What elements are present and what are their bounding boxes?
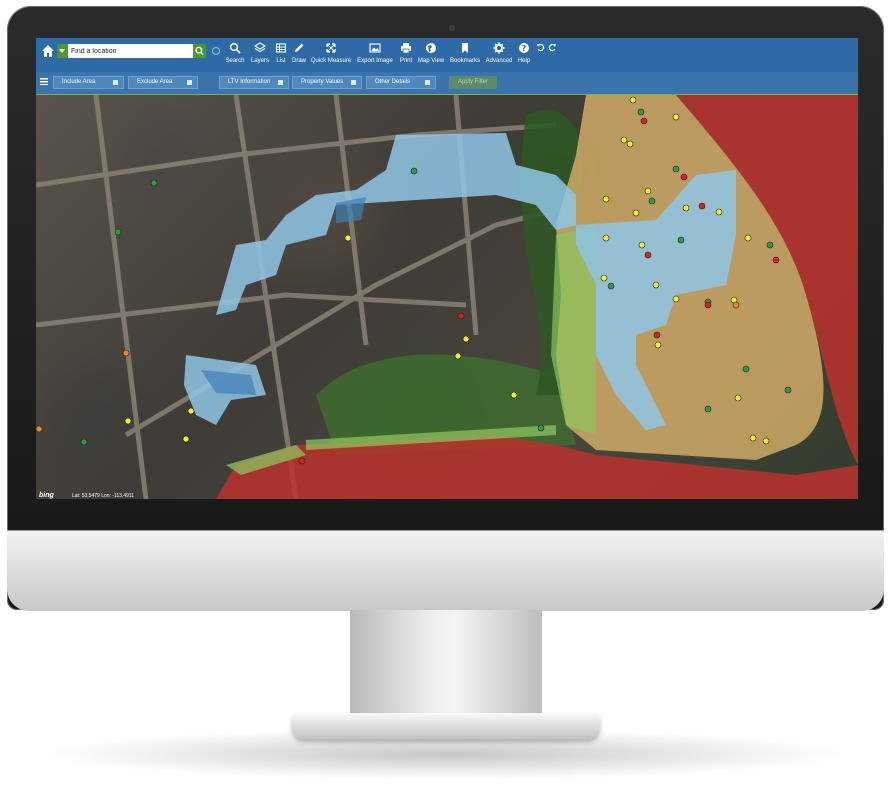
tool-quick-measure[interactable]: Quick Measure: [309, 42, 353, 68]
bing-logo: bing: [39, 492, 54, 499]
tool-export-image-label: Export Image: [357, 58, 393, 64]
redo-icon[interactable]: [548, 43, 557, 52]
main-toolbar: Search Layers List Draw Quick Measure Ex…: [36, 38, 858, 72]
tool-map-view-label: Map View: [417, 58, 445, 64]
filter-ltv-information[interactable]: LTV Information: [219, 76, 289, 89]
search-help-icon[interactable]: [212, 47, 220, 55]
tool-export-image[interactable]: Export Image: [355, 42, 395, 68]
webcam: [449, 25, 455, 31]
monitor-stand-base: [292, 713, 600, 739]
undo-icon[interactable]: [536, 43, 545, 52]
layers-icon: [254, 42, 266, 53]
tool-print-label: Print: [399, 58, 413, 64]
apply-filter-button[interactable]: Apply Filter: [449, 76, 497, 89]
tool-advanced-label: Advanced: [485, 58, 513, 64]
monitor-stand-neck: [350, 610, 542, 718]
tool-list-label: List: [276, 58, 286, 64]
image-icon: [369, 43, 381, 53]
bookmark-icon: [462, 43, 468, 53]
location-dropdown-button[interactable]: [57, 44, 68, 58]
tool-help-label: Help: [517, 58, 531, 64]
filter-other-details-label: Other Details: [375, 79, 411, 85]
filter-exclude-area-toggle[interactable]: [187, 80, 192, 85]
tool-list[interactable]: List: [273, 42, 289, 68]
filter-ltv-information-toggle[interactable]: [278, 80, 283, 85]
home-icon[interactable]: [41, 44, 55, 58]
filter-property-values-toggle[interactable]: [351, 80, 356, 85]
tool-layers-label: Layers: [250, 58, 269, 64]
tool-layers[interactable]: Layers: [249, 42, 271, 68]
search-go-icon: [195, 46, 204, 55]
monitor-chin: [7, 530, 884, 611]
map-view[interactable]: bing Lat: 53.5479 Lon: -113.4911: [36, 95, 858, 499]
print-icon: [401, 43, 411, 54]
filter-other-details-toggle[interactable]: [425, 80, 430, 85]
search-icon: [229, 42, 241, 54]
tool-advanced[interactable]: Advanced: [484, 42, 514, 68]
globe-icon: [426, 43, 436, 53]
tool-quick-measure-label: Quick Measure: [310, 58, 352, 64]
tool-draw-label: Draw: [291, 58, 306, 64]
tool-search-label: Search: [225, 58, 245, 64]
filter-exclude-area-label: Exclude Area: [137, 79, 173, 85]
filter-bar: Include Area Exclude Area LTV Informatio…: [36, 72, 858, 96]
location-search-button[interactable]: [193, 44, 206, 58]
hamburger-menu-icon[interactable]: [40, 78, 48, 85]
tool-bookmarks-label: Bookmarks: [449, 58, 480, 64]
tool-draw[interactable]: Draw: [290, 42, 308, 68]
location-search-input[interactable]: [68, 44, 193, 58]
measure-icon: [326, 43, 336, 53]
tool-map-view[interactable]: Map View: [416, 42, 446, 68]
filter-other-details[interactable]: Other Details: [366, 76, 436, 89]
list-icon: [275, 43, 287, 53]
tool-search[interactable]: Search: [223, 42, 247, 68]
filter-exclude-area[interactable]: Exclude Area: [128, 76, 198, 89]
filter-include-area-toggle[interactable]: [113, 80, 118, 85]
filter-ltv-information-label: LTV Information: [228, 79, 271, 85]
help-icon: ?: [519, 43, 529, 53]
filter-property-values[interactable]: Property Values: [292, 76, 362, 89]
filter-include-area-label: Include Area: [62, 79, 96, 85]
filter-include-area[interactable]: Include Area: [53, 76, 124, 89]
gear-icon: [493, 42, 505, 54]
app-screen: Search Layers List Draw Quick Measure Ex…: [36, 38, 858, 499]
map-coordinates: Lat: 53.5479 Lon: -113.4911: [72, 493, 135, 499]
tool-help[interactable]: ? Help: [516, 42, 532, 68]
tool-bookmarks[interactable]: Bookmarks: [448, 42, 482, 68]
tool-print[interactable]: Print: [397, 42, 415, 68]
pencil-icon: [295, 43, 304, 52]
map-overlay: [36, 95, 858, 499]
filter-property-values-label: Property Values: [301, 79, 344, 85]
svg-text:?: ?: [522, 44, 527, 53]
